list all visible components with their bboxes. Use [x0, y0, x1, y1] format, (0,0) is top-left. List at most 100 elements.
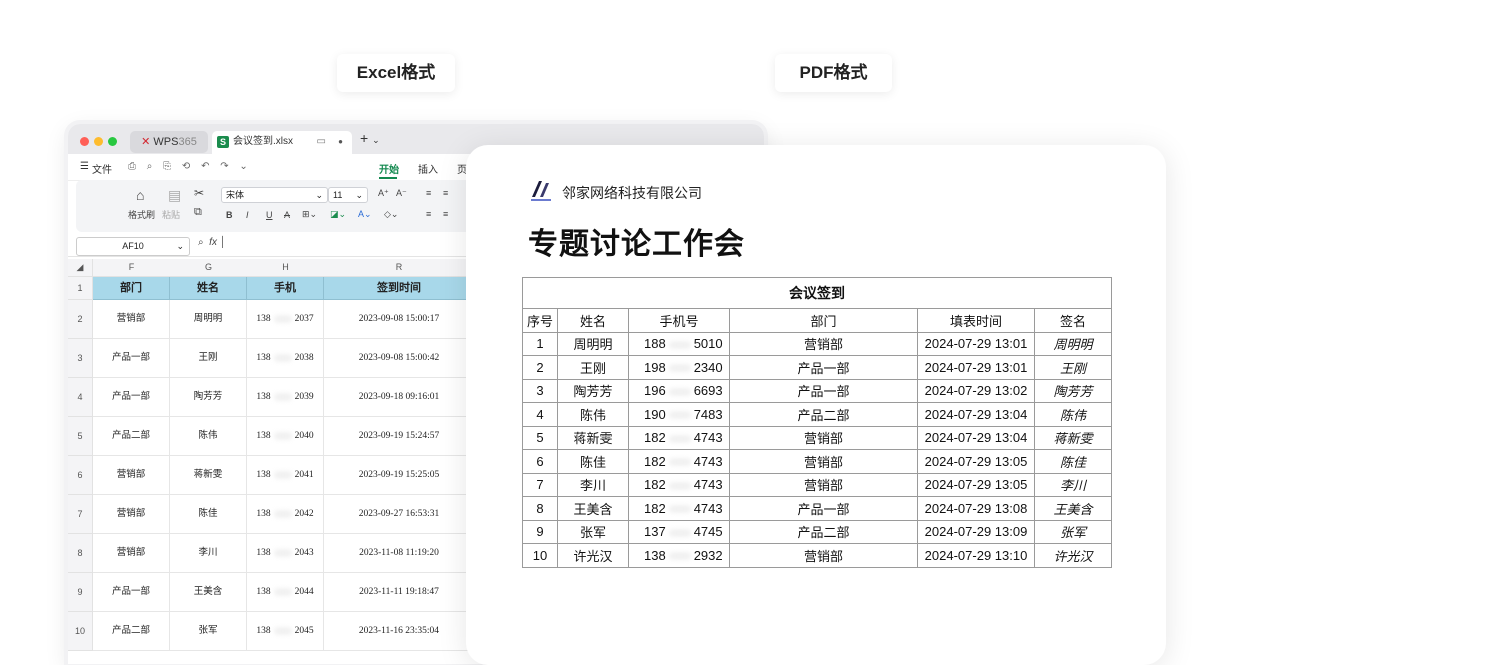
header-cell-time[interactable]: 签到时间 [324, 277, 475, 300]
zoom-icon[interactable]: ⌕ [198, 237, 204, 248]
cell-name[interactable]: 陈伟 [170, 417, 247, 456]
cell-phone[interactable]: 138 2044 [247, 573, 324, 612]
copy-icon[interactable]: ⧉ [194, 206, 202, 219]
menu-hamburger-icon[interactable]: ☰ [80, 161, 89, 172]
cut-icon[interactable]: ✂ [194, 186, 204, 200]
cell-name[interactable]: 李川 [170, 534, 247, 573]
cell-dept[interactable]: 产品一部 [93, 573, 170, 612]
cell-phone[interactable]: 138 2041 [247, 456, 324, 495]
border-icon[interactable]: ⊞⌄ [302, 209, 317, 220]
paste-icon[interactable]: ▤ [168, 187, 181, 204]
cell-time[interactable]: 2023-09-18 09:16:01 [324, 378, 475, 417]
cell-time[interactable]: 2023-11-11 19:18:47 [324, 573, 475, 612]
cell-name[interactable]: 蒋新雯 [170, 456, 247, 495]
cell-dept[interactable]: 营销部 [93, 495, 170, 534]
menu-insert[interactable]: 插入 [418, 161, 438, 176]
cell-name[interactable]: 王刚 [170, 339, 247, 378]
cell-phone[interactable]: 138 2038 [247, 339, 324, 378]
row-header[interactable]: 8 [68, 534, 93, 573]
paste-label[interactable]: 粘贴 [162, 208, 180, 221]
close-window-button[interactable] [80, 137, 89, 146]
cell-phone[interactable]: 138 2042 [247, 495, 324, 534]
row-header[interactable]: 9 [68, 573, 93, 612]
cell-time[interactable]: 2023-09-19 15:25:05 [324, 456, 475, 495]
row-header[interactable]: 7 [68, 495, 93, 534]
cell-phone[interactable]: 138 2043 [247, 534, 324, 573]
align-middle-icon[interactable]: ≡ [443, 188, 448, 198]
tab-file[interactable]: S 会议签到.xlsx ▭ ● [212, 131, 352, 154]
font-size-select[interactable]: 11 ⌄ [328, 187, 368, 203]
header-cell-dept[interactable]: 部门 [93, 277, 170, 300]
row-header[interactable]: 2 [68, 300, 93, 339]
cell-time[interactable]: 2023-11-08 11:19:20 [324, 534, 475, 573]
font-family-select[interactable]: 宋体 ⌄ [221, 187, 328, 203]
cell-name[interactable]: 王美含 [170, 573, 247, 612]
cell-name[interactable]: 周明明 [170, 300, 247, 339]
cell-name[interactable]: 陶芳芳 [170, 378, 247, 417]
font-color-icon[interactable]: A⌄ [358, 209, 372, 220]
column-header-g[interactable]: G [170, 259, 248, 277]
cell-phone[interactable]: 138 2045 [247, 612, 324, 651]
clear-format-icon[interactable]: ◇⌄ [384, 209, 398, 220]
cell-dept[interactable]: 产品一部 [93, 378, 170, 417]
cell-dept[interactable]: 产品二部 [93, 612, 170, 651]
menu-start[interactable]: 开始 [379, 161, 399, 176]
cell-dept[interactable]: 营销部 [93, 300, 170, 339]
new-tab-button[interactable]: + ⌄ [360, 130, 380, 146]
shrink-font-button[interactable]: A⁻ [396, 188, 407, 199]
quick-access-icons[interactable]: ⎙ ⌕ ⎘ ⟲ ↶ ↷ ⌄ [128, 161, 252, 172]
cell-dept[interactable]: 营销部 [93, 534, 170, 573]
row-header-1[interactable]: 1 [68, 277, 93, 300]
cell-time[interactable]: 2023-11-16 23:35:04 [324, 612, 475, 651]
bold-button[interactable]: B [226, 210, 233, 220]
cell-name[interactable]: 张军 [170, 612, 247, 651]
wps-logo-icon: ✕ [141, 136, 151, 148]
tab-file-name: 会议签到.xlsx [233, 136, 293, 147]
grow-font-button[interactable]: A⁺ [378, 188, 389, 199]
cell-dept: 营销部 [729, 472, 918, 497]
maximize-window-button[interactable] [108, 137, 117, 146]
cell-time[interactable]: 2023-09-19 15:24:57 [324, 417, 475, 456]
align-top-icon[interactable]: ≡ [426, 188, 431, 198]
tab-wps-home[interactable]: ✕ WPS365 [130, 131, 208, 153]
cell-dept: 营销部 [729, 543, 918, 568]
minimize-window-button[interactable] [94, 137, 103, 146]
fx-icon[interactable]: fx [209, 237, 217, 248]
cell-dept: 产品二部 [729, 402, 918, 427]
header-cell-phone[interactable]: 手机 [247, 277, 324, 300]
align-center-icon[interactable]: ≡ [443, 209, 448, 219]
row-header[interactable]: 6 [68, 456, 93, 495]
cell-time[interactable]: 2023-09-08 15:00:17 [324, 300, 475, 339]
column-header-f[interactable]: F [93, 259, 171, 277]
menu-file[interactable]: 文件 [92, 161, 112, 176]
cell-name[interactable]: 陈佳 [170, 495, 247, 534]
fill-color-icon[interactable]: ◪⌄ [330, 209, 346, 220]
strike-button[interactable]: A [284, 210, 290, 220]
format-painter-icon[interactable]: ⌂ [136, 187, 144, 203]
align-left-icon[interactable]: ≡ [426, 209, 431, 219]
column-header-r[interactable]: R [324, 259, 475, 277]
cell-time[interactable]: 2023-09-27 16:53:31 [324, 495, 475, 534]
italic-button[interactable]: I [246, 210, 249, 220]
select-all-corner[interactable]: ◢ [68, 259, 93, 277]
row-header[interactable]: 5 [68, 417, 93, 456]
cell-dept[interactable]: 产品二部 [93, 417, 170, 456]
row-header[interactable]: 10 [68, 612, 93, 651]
row-header[interactable]: 3 [68, 339, 93, 378]
cell-dept[interactable]: 营销部 [93, 456, 170, 495]
formula-icons[interactable]: ⌕ fx │ [198, 237, 226, 248]
phone-prefix: 182 [644, 500, 666, 516]
cell-phone[interactable]: 138 2039 [247, 378, 324, 417]
cell-phone[interactable]: 138 2037 [247, 300, 324, 339]
row-header[interactable]: 4 [68, 378, 93, 417]
column-header-h[interactable]: H [247, 259, 325, 277]
cell-no: 3 [522, 378, 558, 403]
cell-time[interactable]: 2023-09-08 15:00:42 [324, 339, 475, 378]
header-cell-name[interactable]: 姓名 [170, 277, 247, 300]
cell-phone[interactable]: 138 2040 [247, 417, 324, 456]
cell-dept[interactable]: 产品一部 [93, 339, 170, 378]
monitor-icon[interactable]: ▭ [317, 131, 326, 153]
format-painter-label[interactable]: 格式刷 [128, 208, 155, 221]
underline-button[interactable]: U [266, 210, 273, 220]
name-box[interactable]: AF10 ⌄ [76, 237, 190, 256]
